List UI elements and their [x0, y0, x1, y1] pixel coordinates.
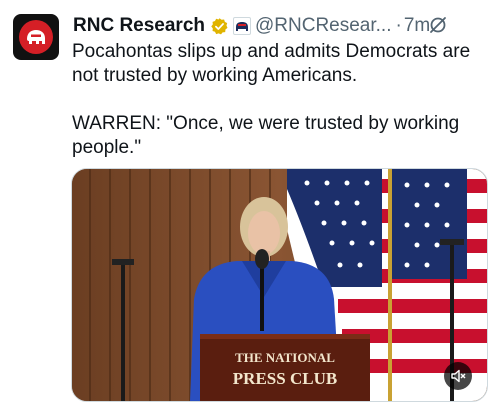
- mute-button[interactable]: [444, 362, 472, 390]
- grok-icon[interactable]: [428, 15, 448, 40]
- author-name[interactable]: RNC Research: [73, 15, 205, 37]
- post-text: Pocahontas slips up and admits Democrats…: [72, 41, 471, 158]
- verified-badge-icon[interactable]: [210, 17, 229, 36]
- post-header: RNC Research @RNCResear... · 7m: [73, 14, 430, 38]
- speaker-muted-icon: [451, 369, 466, 383]
- post-timestamp[interactable]: 7m: [404, 15, 430, 37]
- avatar[interactable]: [13, 14, 59, 60]
- podium-line-2: PRESS CLUB: [233, 369, 337, 388]
- rnc-elephant-icon: [19, 20, 53, 54]
- podium-line-1: THE NATIONAL: [235, 350, 335, 365]
- separator-dot: ·: [395, 15, 402, 36]
- affiliate-badge-icon[interactable]: [233, 17, 251, 35]
- author-handle[interactable]: @RNCResear...: [255, 15, 392, 37]
- video-frame: THE NATIONAL PRESS CLUB: [72, 169, 487, 401]
- video-player[interactable]: THE NATIONAL PRESS CLUB: [71, 168, 488, 402]
